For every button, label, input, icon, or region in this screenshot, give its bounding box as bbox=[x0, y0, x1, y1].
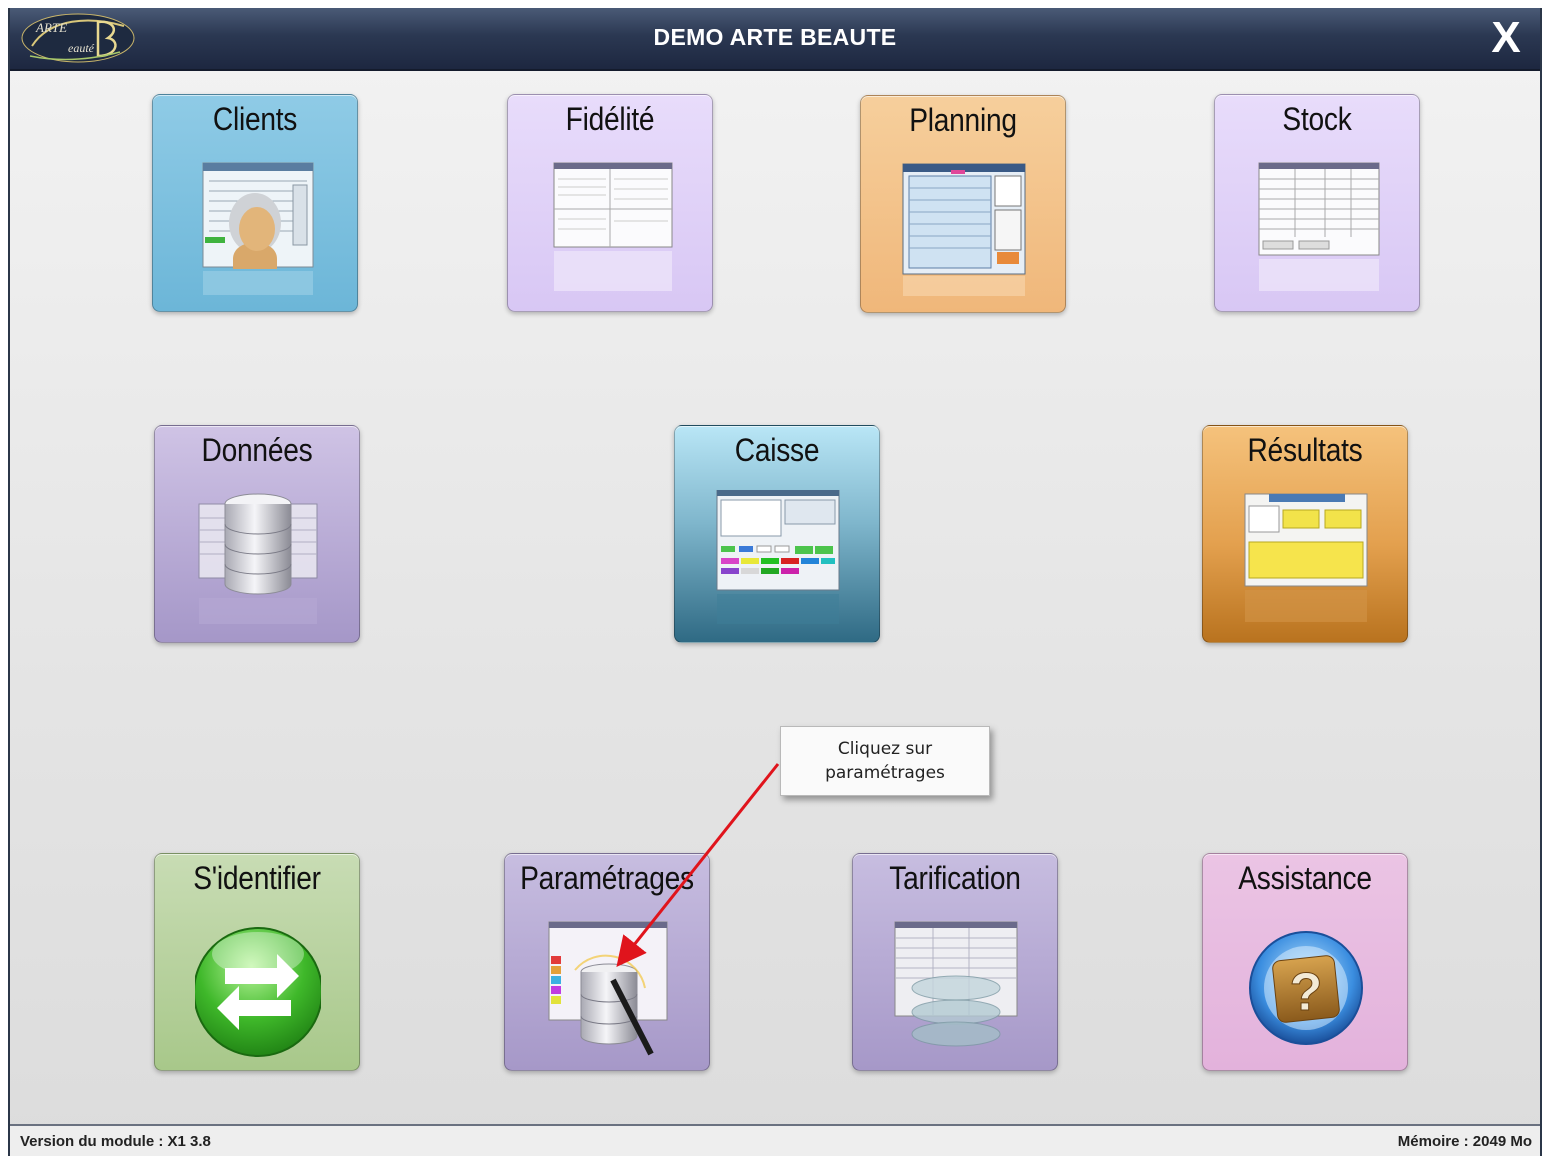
tile-parametrages[interactable]: Paramétrages bbox=[504, 853, 710, 1071]
status-bar: Version du module : X1 3.8 Mémoire : 204… bbox=[10, 1124, 1540, 1156]
tile-label: S'identifier bbox=[193, 860, 321, 896]
tile-donnees[interactable]: Données bbox=[154, 425, 360, 643]
title-bar: DEMO ARTE BEAUTE ARTE eauté X bbox=[10, 8, 1540, 71]
tile-planning[interactable]: Planning bbox=[860, 95, 1066, 313]
memory-usage: Mémoire : 2049 Mo bbox=[1397, 1133, 1532, 1150]
stock-icon bbox=[1258, 162, 1380, 291]
svg-text:ARTE: ARTE bbox=[35, 20, 67, 35]
tile-label: Fidélité bbox=[565, 101, 655, 137]
tile-label: Tarification bbox=[889, 860, 1021, 896]
tile-label: Paramétrages bbox=[520, 860, 694, 896]
svg-text:eauté: eauté bbox=[68, 41, 95, 55]
tile-label: Caisse bbox=[734, 432, 820, 468]
svg-text:?: ? bbox=[1290, 962, 1323, 1022]
arte-beaute-logo: ARTE eauté bbox=[21, 13, 135, 63]
callout-line-1: Cliquez sur bbox=[837, 739, 933, 759]
tile-label: Clients bbox=[212, 101, 298, 137]
tile-label: Données bbox=[201, 432, 313, 468]
caisse-icon bbox=[716, 490, 840, 624]
close-button[interactable]: X bbox=[1488, 14, 1524, 62]
resultats-icon bbox=[1244, 493, 1368, 622]
app-window: DEMO ARTE BEAUTE ARTE eauté X Clients Fi… bbox=[8, 8, 1542, 1156]
module-version: Version du module : X1 3.8 bbox=[20, 1133, 211, 1150]
database-icon bbox=[198, 493, 318, 624]
tile-sidentifier[interactable]: S'identifier bbox=[154, 853, 360, 1071]
tile-resultats[interactable]: Résultats bbox=[1202, 425, 1408, 643]
tile-label: Résultats bbox=[1247, 432, 1363, 468]
tile-label: Stock bbox=[1282, 101, 1352, 137]
help-icon: ? bbox=[1249, 931, 1363, 1045]
planning-icon bbox=[902, 163, 1026, 296]
tile-caisse[interactable]: Caisse bbox=[674, 425, 880, 643]
tile-clients[interactable]: Clients bbox=[152, 94, 358, 312]
tile-tarification[interactable]: Tarification bbox=[852, 853, 1058, 1071]
fidelite-icon bbox=[553, 162, 673, 291]
window-title: DEMO ARTE BEAUTE bbox=[653, 24, 897, 50]
tooltip-callout: Cliquez sur paramétrages bbox=[780, 726, 990, 796]
tile-assistance[interactable]: Assistance ? bbox=[1202, 853, 1408, 1071]
clients-icon bbox=[202, 162, 314, 295]
parametrages-icon bbox=[548, 921, 668, 1056]
tile-label: Assistance bbox=[1238, 860, 1372, 896]
tile-label: Planning bbox=[909, 102, 1017, 138]
tile-stock[interactable]: Stock bbox=[1214, 94, 1420, 312]
tarification-icon bbox=[894, 921, 1018, 1047]
tile-fidelite[interactable]: Fidélité bbox=[507, 94, 713, 312]
callout-line-2: paramétrages bbox=[825, 763, 945, 783]
switch-user-icon bbox=[195, 927, 321, 1057]
